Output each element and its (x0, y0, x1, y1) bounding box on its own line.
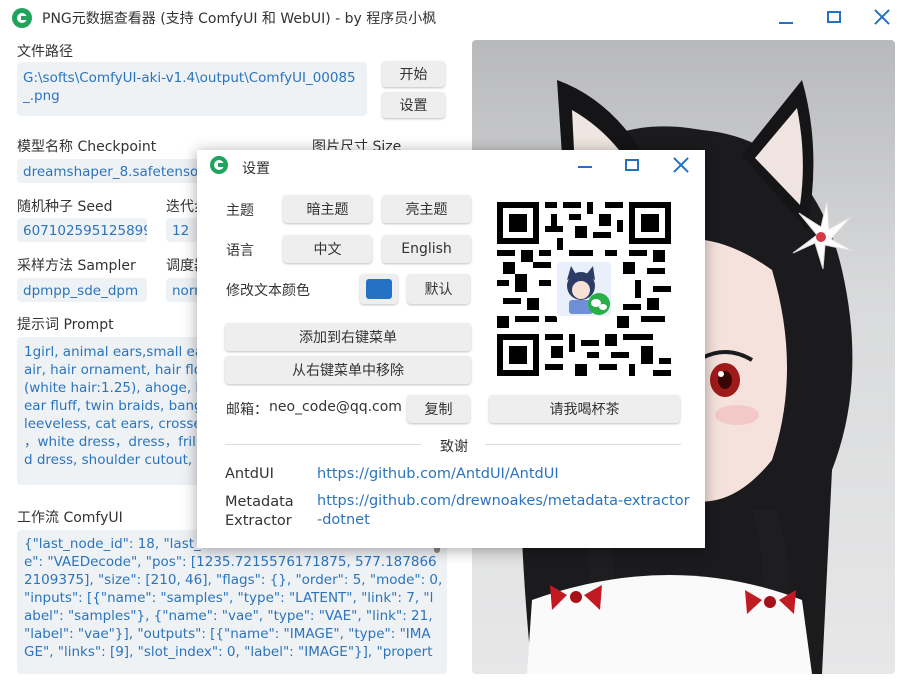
credit-link-antdui[interactable]: https://github.com/AntdUI/AntdUI (317, 465, 559, 484)
dialog-title: 设置 (242, 161, 270, 177)
sampler-label: 采样方法 Sampler (17, 258, 136, 274)
close-icon (874, 9, 890, 25)
remove-context-menu-button[interactable]: 从右键菜单中移除 (225, 356, 471, 384)
light-theme-button[interactable]: 亮主题 (382, 195, 471, 223)
text-color-picker[interactable] (360, 274, 398, 304)
start-button[interactable]: 开始 (382, 61, 445, 87)
chinese-button[interactable]: 中文 (283, 235, 372, 263)
workflow-label: 工作流 ComfyUI (17, 510, 123, 526)
divider-left (225, 444, 421, 445)
thanks-label: 致谢 (440, 439, 468, 455)
maximize-button[interactable] (812, 2, 856, 32)
minimize-button[interactable] (764, 2, 808, 32)
workflow-line: abel": "samples"}, {"name": "vae", "type… (24, 608, 433, 624)
color-swatch-fill (366, 279, 392, 299)
file-path-line1: G:\softs\ComfyUI-aki-v1.4\output\ComfyUI… (23, 70, 356, 86)
text-color-label: 修改文本颜色 (226, 283, 310, 299)
default-color-button[interactable]: 默认 (407, 274, 470, 304)
file-path-field[interactable]: G:\softs\ComfyUI-aki-v1.4\output\ComfyUI… (17, 62, 367, 116)
settings-dialog: 设置 主题 暗主题 亮主题 语言 中文 English 修改文本颜色 默认 添加… (197, 150, 705, 548)
dialog-maximize-button[interactable] (625, 159, 639, 171)
workflow-line: "label": "vae"}], "outputs": [{"name": "… (24, 626, 431, 642)
title-bar: PNG元数据查看器 (支持 ComfyUI 和 WebUI) - by 程序员小… (0, 0, 905, 34)
dark-theme-button[interactable]: 暗主题 (283, 195, 372, 223)
credit-link-metadata-line1[interactable]: https://github.com/drewnoakes/metadata-e… (317, 492, 690, 511)
seed-label: 随机种子 Seed (17, 199, 113, 215)
qr-avatar-badge (555, 260, 613, 318)
dialog-logo-icon (210, 156, 228, 174)
maximize-icon (827, 11, 841, 23)
close-button[interactable] (860, 2, 904, 32)
prompt-label: 提示词 Prompt (17, 317, 114, 333)
minimize-icon (779, 22, 793, 24)
checkpoint-field[interactable]: dreamshaper_8.safetensors (17, 159, 202, 183)
dialog-close-button[interactable] (673, 157, 689, 173)
credit-name-extractor: Extractor (225, 513, 292, 529)
workflow-textbox[interactable]: {"last_node_id": 18, "last_lin e": "VAED… (17, 530, 447, 674)
file-path-label: 文件路径 (17, 44, 73, 60)
credit-name-antdui: AntdUI (225, 466, 274, 482)
english-button[interactable]: English (382, 235, 471, 263)
buy-coffee-button[interactable]: 请我喝杯茶 (489, 395, 680, 423)
divider-right (485, 444, 681, 445)
donation-qr-code (497, 202, 671, 376)
copy-email-button[interactable]: 复制 (407, 395, 470, 423)
theme-label: 主题 (226, 203, 254, 219)
avatar-icon (557, 262, 611, 316)
app-logo-icon (12, 8, 32, 28)
email-value: neo_code@qq.com (269, 399, 402, 415)
settings-button[interactable]: 设置 (382, 92, 445, 118)
add-context-menu-button[interactable]: 添加到右键菜单 (225, 323, 471, 351)
credit-link-metadata-line2[interactable]: -dotnet (317, 511, 370, 530)
workflow-line: 2109375], "size": [210, 46], "flags": {}… (24, 572, 443, 588)
checkpoint-label: 模型名称 Checkpoint (17, 139, 157, 155)
workflow-line: e": "VAEDecode", "pos": [1235.7215576171… (24, 554, 437, 570)
workflow-line: GE", "links": [9], "slot_index": 0, "lab… (24, 644, 433, 660)
language-label: 语言 (226, 243, 254, 259)
window-title: PNG元数据查看器 (支持 ComfyUI 和 WebUI) - by 程序员小… (42, 11, 437, 27)
seed-field[interactable]: 607102595125899 (17, 218, 147, 242)
sampler-field[interactable]: dpmpp_sde_dpm (17, 278, 147, 302)
credit-name-metadata: Metadata (225, 494, 294, 510)
dialog-minimize-button[interactable] (578, 166, 592, 168)
workflow-line: "inputs": [{"name": "samples", "type": "… (24, 590, 434, 606)
file-path-line2: _.png (23, 88, 60, 104)
email-label: 邮箱： (226, 402, 268, 418)
